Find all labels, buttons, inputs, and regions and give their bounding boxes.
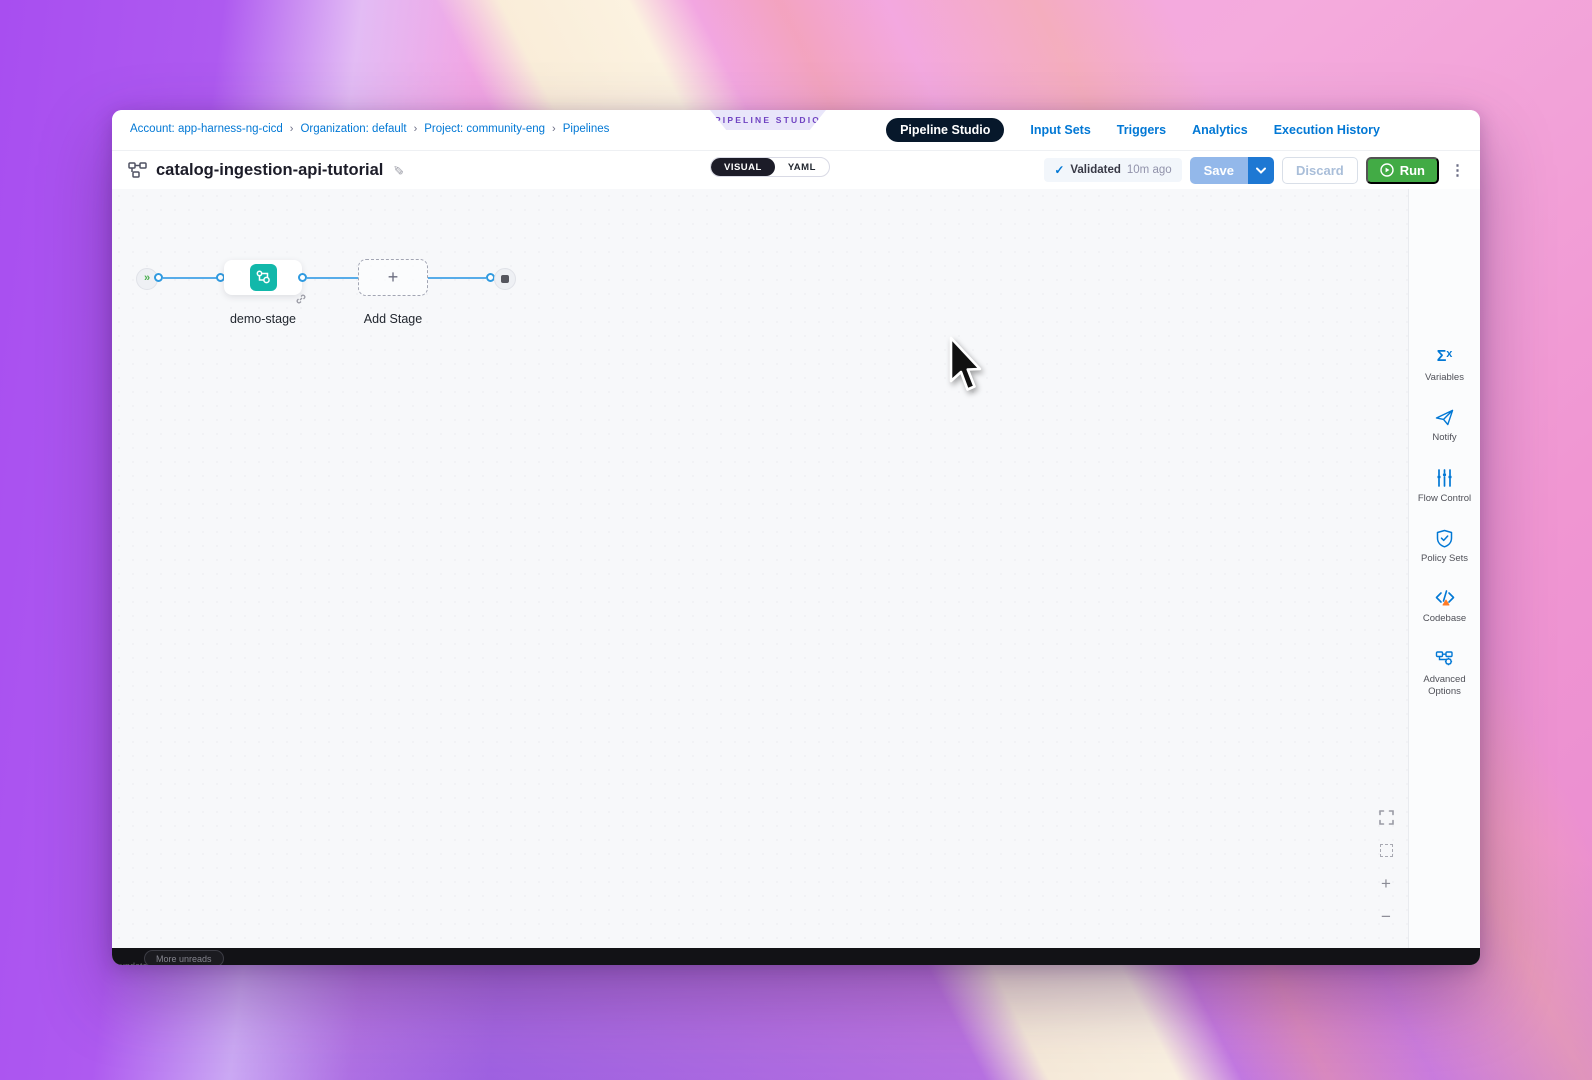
- pipeline-toolbar: catalog-ingestion-api-tutorial ✎ VISUAL …: [112, 151, 1480, 190]
- pipeline-title: catalog-ingestion-api-tutorial: [156, 161, 383, 180]
- tab-pipeline-studio[interactable]: Pipeline Studio: [886, 118, 1004, 142]
- run-button[interactable]: Run: [1366, 157, 1439, 184]
- breadcrumb: Account: app-harness-ng-cicd › Organizat…: [130, 123, 609, 135]
- connector-ring: [298, 273, 307, 282]
- code-icon: [1435, 588, 1455, 608]
- tab-triggers[interactable]: Triggers: [1117, 123, 1166, 137]
- validation-status: ✓ Validated 10m ago: [1044, 158, 1181, 182]
- check-icon: ✓: [1054, 163, 1064, 177]
- stage-node-demo-stage[interactable]: [224, 260, 302, 295]
- run-play-icon: [1380, 163, 1394, 177]
- run-label: Run: [1400, 163, 1425, 178]
- sliders-icon: [1436, 468, 1453, 488]
- background-window-strip: updates-ide More unreads: [112, 948, 1480, 965]
- paper-plane-icon: [1435, 407, 1454, 427]
- connector-ring: [154, 273, 163, 282]
- breadcrumb-account[interactable]: Account: app-harness-ng-cicd: [130, 123, 283, 135]
- sidebar-item-label: Notify: [1432, 432, 1456, 444]
- plus-icon: +: [388, 267, 399, 288]
- sidebar-item-codebase[interactable]: Codebase: [1413, 588, 1477, 625]
- add-stage-label[interactable]: Add Stage: [333, 312, 453, 326]
- custom-stage-icon: [250, 264, 277, 291]
- breadcrumb-separator: ›: [552, 123, 556, 135]
- visual-yaml-toggle: VISUAL YAML: [710, 157, 830, 177]
- right-sidebar: Σˣ Variables Notify Flow Control: [1408, 189, 1480, 948]
- breadcrumb-separator: ›: [414, 123, 418, 135]
- sidebar-item-label: Flow Control: [1418, 493, 1471, 505]
- pipeline-edge: [428, 277, 486, 279]
- sidebar-item-label: Policy Sets: [1421, 553, 1468, 565]
- toolbar-actions: ✓ Validated 10m ago Save Discard Run ⋮: [1044, 156, 1468, 184]
- zoom-in-icon[interactable]: +: [1376, 873, 1396, 893]
- sidebar-item-flow-control[interactable]: Flow Control: [1413, 468, 1477, 505]
- sidebar-item-label: Codebase: [1423, 613, 1466, 625]
- breadcrumb-organization[interactable]: Organization: default: [300, 123, 406, 135]
- pipeline-edge: [163, 277, 217, 279]
- canvas-controls: + −: [1376, 807, 1396, 926]
- sigma-x-icon: Σˣ: [1437, 347, 1452, 367]
- edit-title-icon[interactable]: ✎: [390, 165, 406, 176]
- pipeline-gear-icon: [1435, 649, 1455, 669]
- fit-view-icon[interactable]: [1376, 840, 1396, 860]
- fullscreen-icon[interactable]: [1376, 807, 1396, 827]
- add-stage-node[interactable]: +: [358, 259, 428, 296]
- validation-label: Validated: [1070, 164, 1121, 176]
- pipeline-studio-window: Account: app-harness-ng-cicd › Organizat…: [112, 110, 1480, 965]
- breadcrumb-project[interactable]: Project: community-eng: [424, 123, 545, 135]
- tab-input-sets[interactable]: Input Sets: [1030, 123, 1090, 137]
- save-button[interactable]: Save: [1190, 157, 1248, 184]
- save-split-button: Save: [1190, 157, 1274, 184]
- stop-icon: [501, 275, 509, 283]
- background-unreads-pill: More unreads: [144, 950, 224, 965]
- toggle-yaml[interactable]: YAML: [775, 158, 829, 176]
- stage-link-icon: [296, 291, 306, 309]
- tab-execution-history[interactable]: Execution History: [1274, 123, 1380, 137]
- pipeline-edge: [307, 277, 358, 279]
- sidebar-item-label: Advanced Options: [1413, 674, 1477, 699]
- tab-analytics[interactable]: Analytics: [1192, 123, 1248, 137]
- pipeline-canvas[interactable]: » +: [112, 189, 1480, 948]
- pipeline-graph-icon: [128, 162, 147, 178]
- sidebar-item-advanced-options[interactable]: Advanced Options: [1413, 649, 1477, 699]
- pipeline-end-node: [494, 268, 516, 290]
- breadcrumb-pipelines[interactable]: Pipelines: [563, 123, 610, 135]
- more-options-icon[interactable]: ⋮: [1447, 161, 1468, 179]
- start-icon: »: [144, 273, 150, 284]
- stage-label-demo-stage[interactable]: demo-stage: [203, 312, 323, 326]
- sidebar-item-policy-sets[interactable]: Policy Sets: [1413, 528, 1477, 565]
- window-header: Account: app-harness-ng-cicd › Organizat…: [112, 110, 1480, 151]
- sidebar-item-label: Variables: [1425, 372, 1464, 384]
- shield-check-icon: [1436, 528, 1453, 548]
- pipeline-title-group: catalog-ingestion-api-tutorial ✎: [128, 151, 403, 189]
- validation-time: 10m ago: [1127, 164, 1172, 176]
- sidebar-item-variables[interactable]: Σˣ Variables: [1413, 347, 1477, 384]
- chevron-down-icon: [1256, 167, 1266, 174]
- zoom-out-icon[interactable]: −: [1376, 906, 1396, 926]
- discard-button[interactable]: Discard: [1282, 157, 1358, 184]
- top-nav-tabs: Pipeline Studio Input Sets Triggers Anal…: [886, 118, 1380, 142]
- sidebar-item-notify[interactable]: Notify: [1413, 407, 1477, 444]
- save-dropdown-button[interactable]: [1248, 157, 1274, 184]
- toggle-visual[interactable]: VISUAL: [711, 158, 775, 176]
- pipeline-studio-badge: PIPELINE STUDIO: [710, 110, 826, 130]
- breadcrumb-separator: ›: [290, 123, 294, 135]
